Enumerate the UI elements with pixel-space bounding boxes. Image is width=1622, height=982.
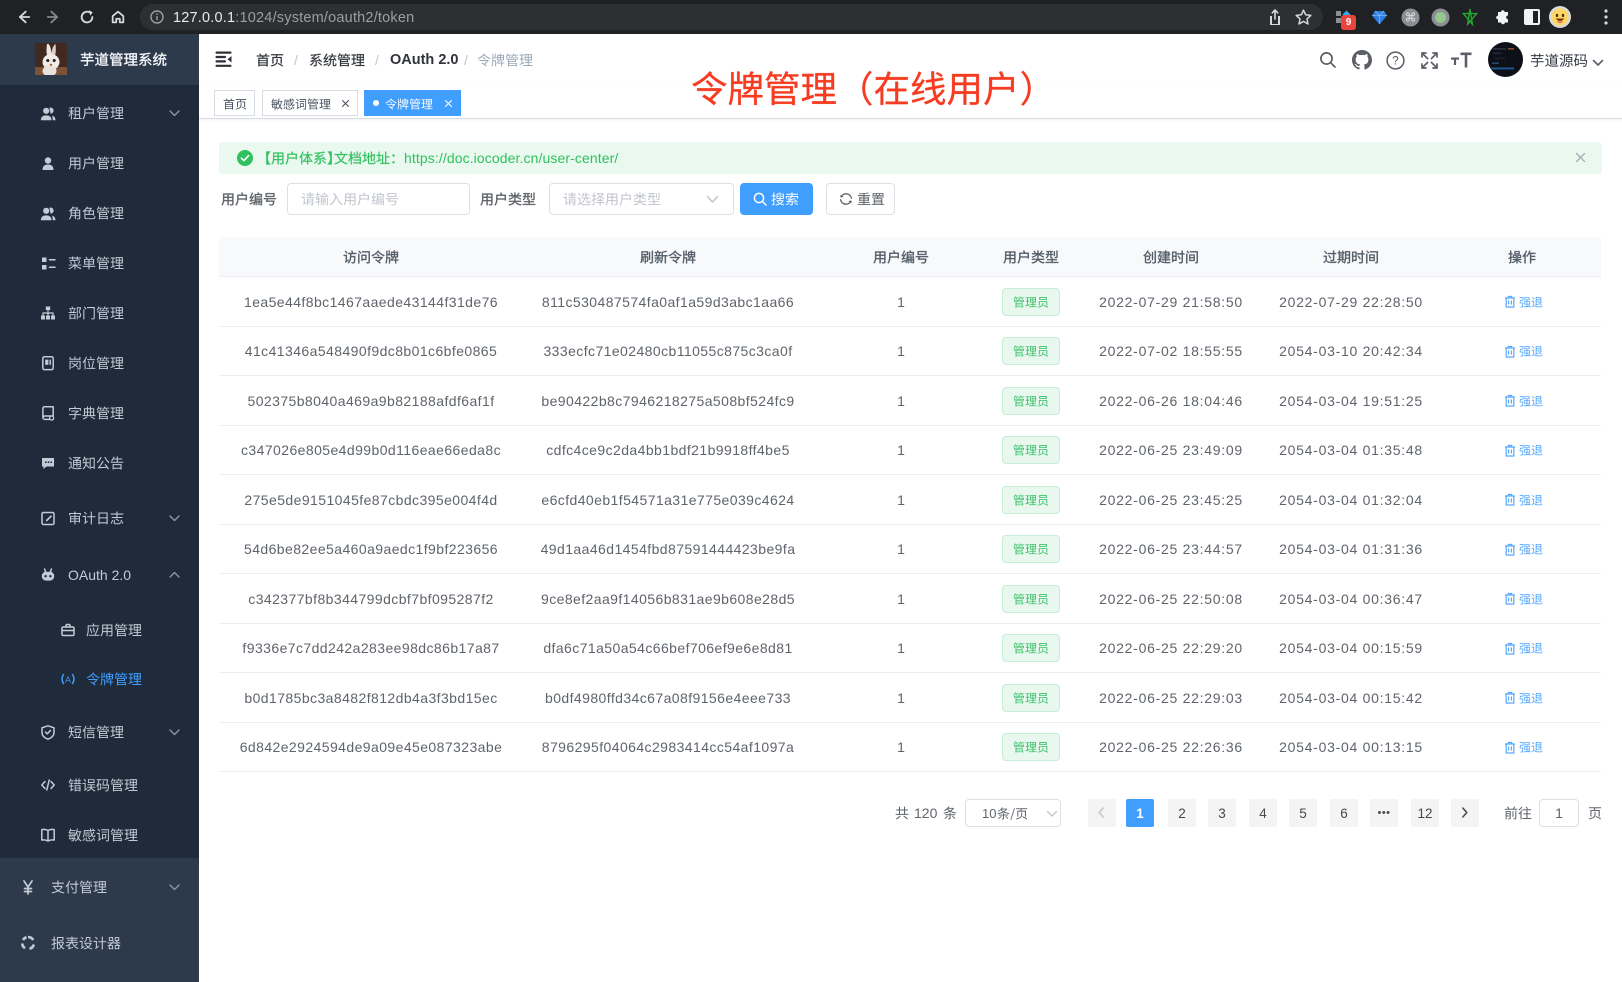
- svg-text:A: A: [65, 674, 71, 684]
- svg-text:?: ?: [1392, 56, 1398, 68]
- svg-text:⌘: ⌘: [1405, 11, 1417, 25]
